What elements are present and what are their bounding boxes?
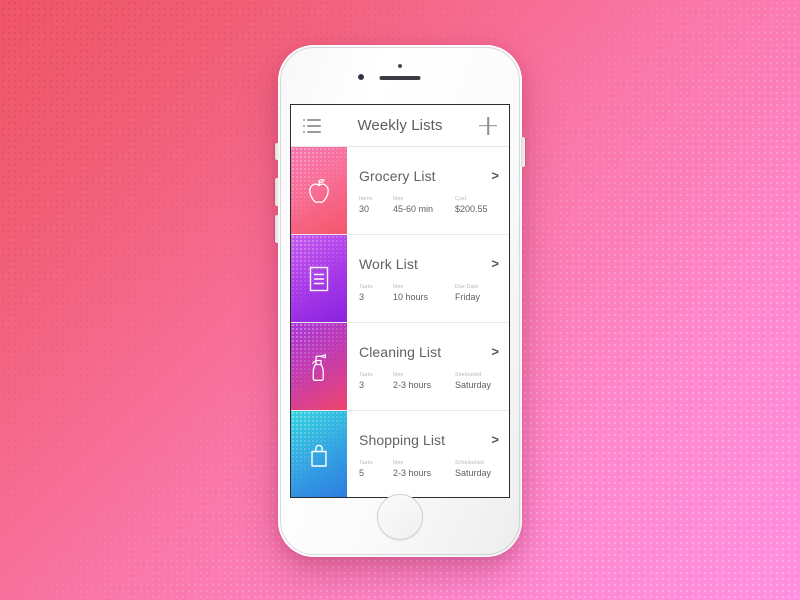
home-button[interactable]	[377, 494, 423, 540]
card-title: Shopping List	[359, 431, 446, 448]
card-title: Work List	[359, 255, 418, 272]
stat-scheduled: Shedueled Saturday	[455, 372, 499, 392]
stat-tasks: Tasks 3	[359, 284, 393, 304]
card-title-row: Shopping List >	[359, 432, 499, 448]
stat-label: Due Date	[455, 283, 479, 290]
list-item[interactable]: Grocery List > Items 30 time 45-60 min C…	[291, 147, 509, 235]
menu-line	[307, 124, 321, 127]
stat-label: time	[393, 195, 404, 202]
stat-scheduled: Schedueled Saturday	[455, 460, 499, 480]
chevron-right-icon[interactable]: >	[485, 257, 499, 270]
card-stats: Items 30 time 45-60 min Cost $200.55	[359, 196, 499, 216]
menu-line	[307, 130, 321, 133]
stat-value: 30	[359, 204, 370, 215]
stat-value: Saturday	[455, 468, 492, 479]
phone-screen: Weekly Lists Grocery List > Items 30 tim…	[291, 105, 509, 497]
stat-value: 2-3 hours	[393, 468, 432, 479]
volume-up-button[interactable]	[275, 178, 279, 206]
card-stats: Tasks 3 time 2-3 hours Shedueled Saturda…	[359, 372, 499, 392]
card-body: Work List > Tasks 3 time 10 hours Due Da…	[347, 235, 509, 322]
stat-time: time 45-60 min	[393, 196, 455, 216]
power-button[interactable]	[521, 137, 525, 167]
silent-switch[interactable]	[275, 143, 279, 160]
stat-value: 45-60 min	[393, 204, 434, 215]
stat-value: 5	[359, 468, 365, 479]
list-menu-icon[interactable]	[303, 118, 321, 133]
smartphone-device: Weekly Lists Grocery List > Items 30 tim…	[275, 45, 525, 557]
stat-cost: Cost $200.55	[455, 196, 499, 216]
stat-value: 10 hours	[393, 292, 429, 303]
card-body: Cleaning List > Tasks 3 time 2-3 hours S…	[347, 323, 509, 410]
chevron-right-icon[interactable]: >	[485, 169, 499, 182]
stat-label: Tasks	[359, 371, 374, 378]
menu-row	[303, 124, 321, 127]
card-title: Grocery List	[359, 167, 436, 184]
stat-items: Items 30	[359, 196, 393, 216]
menu-line	[307, 118, 321, 121]
list-item[interactable]: Cleaning List > Tasks 3 time 2-3 hours S…	[291, 323, 509, 411]
card-body: Grocery List > Items 30 time 45-60 min C…	[347, 147, 509, 234]
stat-value: $200.55	[455, 204, 488, 215]
card-title-row: Grocery List >	[359, 168, 499, 184]
card-thumbnail	[291, 323, 347, 410]
card-thumbnail	[291, 147, 347, 234]
menu-bullet	[303, 124, 305, 127]
stat-time: time 10 hours	[393, 284, 455, 304]
stat-value: Friday	[455, 292, 481, 303]
stat-value: 2-3 hours	[393, 380, 432, 391]
card-stats: Tasks 5 time 2-3 hours Schedueled Saturd…	[359, 460, 499, 480]
stat-label: Shedueled	[455, 371, 482, 378]
volume-down-button[interactable]	[275, 215, 279, 243]
app-header: Weekly Lists	[291, 105, 509, 147]
stat-tasks: Tasks 5	[359, 460, 393, 480]
stat-label: Tasks	[359, 283, 374, 290]
menu-row	[303, 118, 321, 121]
stat-value: 3	[359, 292, 365, 303]
document-icon	[309, 266, 329, 291]
stat-label: Items	[359, 195, 373, 202]
page-title: Weekly Lists	[357, 117, 443, 134]
card-title-row: Cleaning List >	[359, 344, 499, 360]
card-title: Cleaning List	[359, 343, 442, 360]
weekly-lists-container: Grocery List > Items 30 time 45-60 min C…	[291, 147, 509, 497]
apple-icon	[309, 178, 329, 203]
menu-row	[303, 130, 321, 133]
stat-label: Schedueled	[455, 459, 484, 466]
list-item[interactable]: Work List > Tasks 3 time 10 hours Due Da…	[291, 235, 509, 323]
list-item[interactable]: Shopping List > Tasks 5 time 2-3 hours S…	[291, 411, 509, 497]
stat-label: time	[393, 283, 404, 290]
proximity-sensor-icon	[398, 64, 402, 68]
front-camera-icon	[358, 74, 364, 80]
chevron-right-icon[interactable]: >	[485, 433, 499, 446]
menu-bullet	[303, 118, 305, 121]
card-thumbnail	[291, 411, 347, 497]
card-body: Shopping List > Tasks 5 time 2-3 hours S…	[347, 411, 509, 497]
card-stats: Tasks 3 time 10 hours Due Date Friday	[359, 284, 499, 304]
stat-tasks: Tasks 3	[359, 372, 393, 392]
earpiece-speaker	[379, 76, 421, 80]
card-title-row: Work List >	[359, 256, 499, 272]
stat-label: Tasks	[359, 459, 374, 466]
stat-value: Saturday	[455, 380, 492, 391]
stat-time: time 2-3 hours	[393, 460, 455, 480]
spray-bottle-icon	[312, 353, 326, 381]
stat-label: Cost	[455, 195, 467, 202]
stat-time: time 2-3 hours	[393, 372, 455, 392]
stat-due-date: Due Date Friday	[455, 284, 499, 304]
shopping-bag-icon	[311, 444, 327, 467]
chevron-right-icon[interactable]: >	[485, 345, 499, 358]
stat-label: time	[393, 371, 404, 378]
stat-value: 3	[359, 380, 365, 391]
plus-icon[interactable]	[479, 117, 497, 135]
card-thumbnail	[291, 235, 347, 322]
stat-label: time	[393, 459, 404, 466]
menu-bullet	[303, 130, 305, 133]
